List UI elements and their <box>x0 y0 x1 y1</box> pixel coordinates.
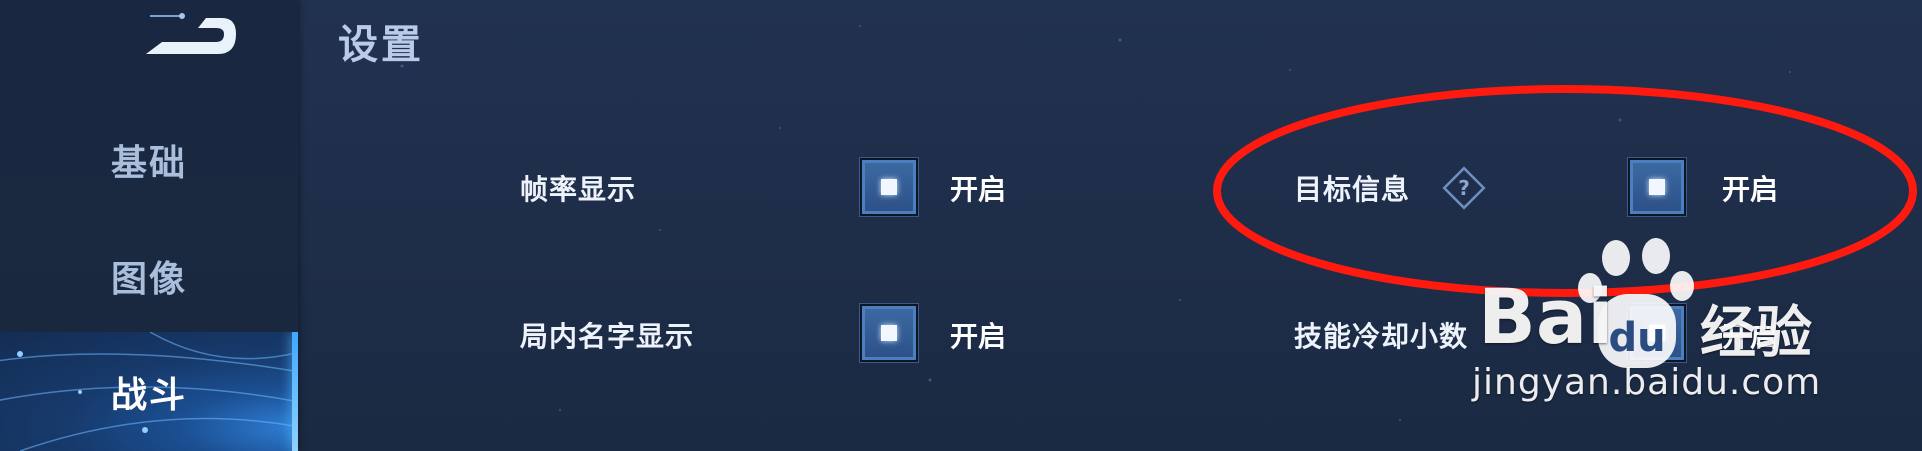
fps-display-value: 开启 <box>950 173 1007 206</box>
settings-screen: 基础 图像 战斗 设置 帧率显示 开启 目标信息 ? 开启 局内名字显示 开启 … <box>0 0 1922 451</box>
red-highlight-ellipse <box>1213 85 1917 297</box>
cooldown-decimal-checkbox[interactable] <box>1628 304 1686 362</box>
watermark-url: jingyan.baidu.com <box>1472 362 1822 403</box>
watermark-brand: Bai <box>1478 272 1614 361</box>
active-tab-indicator <box>292 332 298 451</box>
fps-display-checkbox[interactable] <box>860 158 918 216</box>
watermark-jingyan: 经验 <box>1700 301 1812 366</box>
setting-label-cooldown-decimal: 技能冷却小数 <box>1294 320 1469 353</box>
checkbox-checked-mark <box>881 325 897 341</box>
ingame-names-value: 开启 <box>950 320 1007 353</box>
sidebar: 基础 图像 战斗 <box>0 0 298 451</box>
sidebar-item-graphics[interactable]: 图像 <box>0 226 298 326</box>
sidebar-item-label: 图像 <box>110 259 187 300</box>
sidebar-item-label: 基础 <box>110 143 187 184</box>
ingame-names-checkbox[interactable] <box>860 304 918 362</box>
checkbox-checked-mark <box>1649 325 1665 341</box>
setting-label-ingame-names: 局内名字显示 <box>520 320 695 353</box>
sidebar-item-label: 战斗 <box>110 374 187 416</box>
page-title: 设置 <box>338 22 424 68</box>
sidebar-item-battle[interactable]: 战斗 <box>0 332 298 451</box>
checkbox-checked-mark <box>881 179 897 195</box>
sidebar-item-basic[interactable]: 基础 <box>0 110 298 210</box>
back-arrow-icon[interactable] <box>140 8 240 62</box>
setting-label-fps-display: 帧率显示 <box>520 173 637 206</box>
